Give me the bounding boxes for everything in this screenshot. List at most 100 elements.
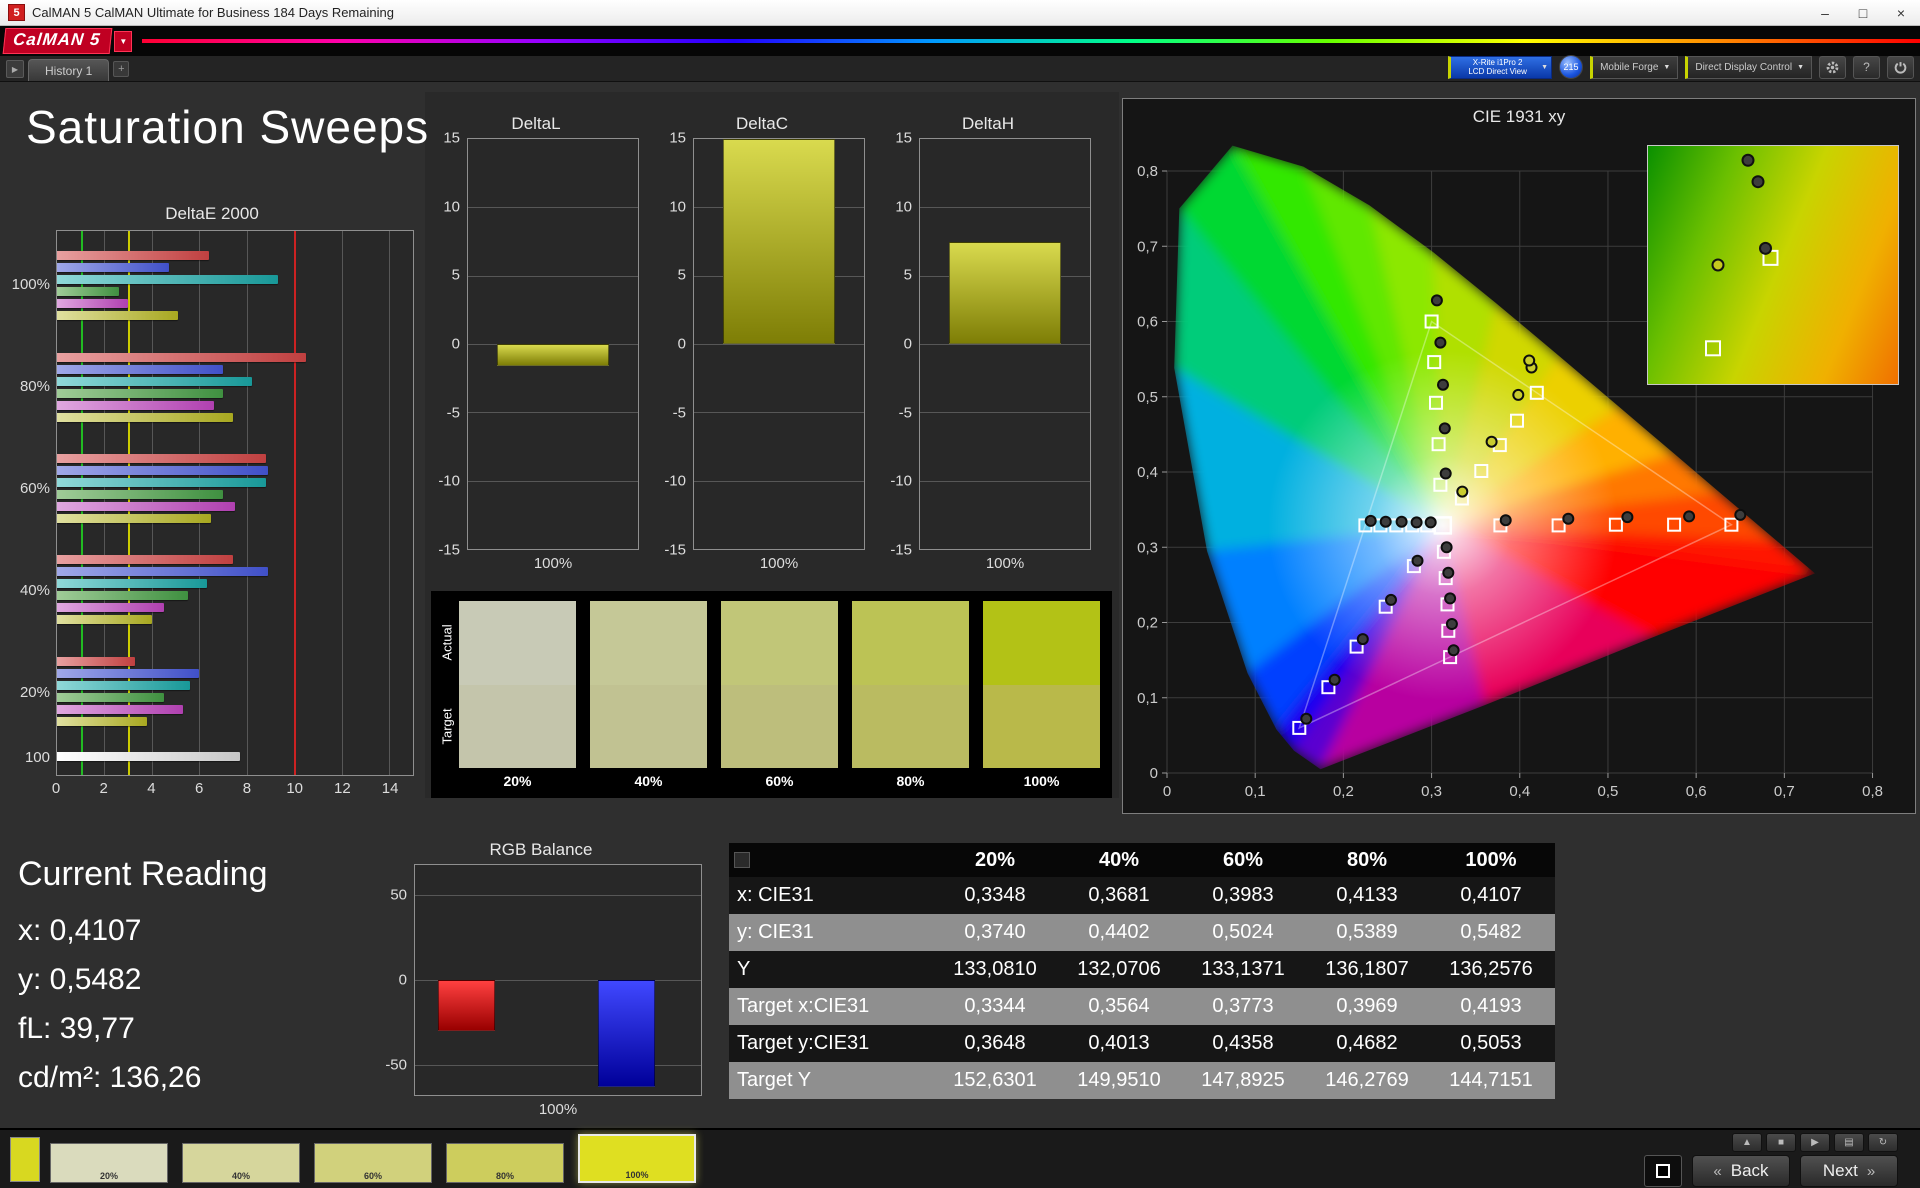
cell: 0,3969 <box>1336 995 1398 1017</box>
tab-scroll-button[interactable]: ▶ <box>6 60 24 78</box>
bar-red <box>57 555 233 565</box>
brand-dropdown-button[interactable]: ▼ <box>114 30 133 52</box>
plot-body: 15 10 5 0 -5 -10 -15 <box>885 130 1091 559</box>
settings-button[interactable] <box>1819 55 1846 79</box>
cell: 0,4358 <box>1212 1032 1274 1054</box>
refresh-button[interactable]: ↻ <box>1868 1133 1898 1152</box>
swatch-column: 60% <box>721 601 838 794</box>
cell: 0,4133 <box>1336 884 1398 906</box>
value-bar <box>722 139 836 344</box>
plot-area <box>467 138 639 550</box>
saturation-swatch-40%[interactable]: 40% <box>182 1143 300 1183</box>
window-controls: – □ × <box>1806 0 1920 25</box>
deltah-chart: DeltaH 15 10 5 0 -5 -10 -15 100% <box>885 114 1091 576</box>
brand-text: CalMAN 5 <box>2 28 113 54</box>
cell: 0,4193 <box>1460 995 1522 1017</box>
bar-blue <box>57 263 169 273</box>
close-button[interactable]: × <box>1882 0 1920 25</box>
gridline <box>468 275 638 277</box>
cie-1931-panel: CIE 1931 xy 0 0 0,1 0,1 0,2 0,2 0,3 0,3 0,4 0,4 0,… <box>1122 98 1916 814</box>
layout-grid-button[interactable]: ▤ <box>1834 1133 1864 1152</box>
gridline <box>920 480 1090 482</box>
plot-body: 15 10 5 0 -5 -10 -15 <box>433 130 639 559</box>
gridline <box>920 207 1090 209</box>
gridline <box>415 1064 701 1066</box>
x-tick-label: 14 <box>381 780 399 797</box>
actual-swatch <box>983 601 1100 685</box>
cell: 0,3344 <box>964 995 1026 1017</box>
toolbar: X-Rite i1Pro 2 LCD Direct View ▼ 215 Mob… <box>1448 55 1914 81</box>
current-color-indicator <box>10 1137 40 1182</box>
y-tick-label: 0 <box>398 971 407 989</box>
svg-text:0: 0 <box>1163 783 1171 800</box>
actual-target-swatches: Actual Target 20% 40% 60% 80% 100% <box>431 591 1112 798</box>
cell: 0,4107 <box>1460 884 1522 906</box>
value-bar <box>948 241 1062 344</box>
chart-title: DeltaH <box>962 114 1014 133</box>
saturation-swatch-60%[interactable]: 60% <box>314 1143 432 1183</box>
y-tick-label: 5 <box>677 266 686 284</box>
power-icon <box>1894 61 1907 74</box>
source-select-button[interactable]: Mobile Forge ▼ <box>1590 55 1679 79</box>
cell: 0,4013 <box>1088 1032 1150 1054</box>
bar-magenta <box>57 603 164 613</box>
y-axis-labels: 15 10 5 0 -5 -10 -15 <box>659 130 693 559</box>
next-button[interactable]: Next » <box>1800 1155 1898 1187</box>
y-tick-label: 5 <box>903 266 912 284</box>
y-tick-label: 10 <box>669 198 686 216</box>
bar-blue <box>57 466 269 476</box>
cell: 0,4682 <box>1336 1032 1398 1054</box>
meter-status-badge[interactable]: 215 <box>1559 55 1584 79</box>
back-button[interactable]: « Back <box>1692 1155 1790 1187</box>
page-title: Saturation Sweeps <box>26 101 430 153</box>
display-control-button[interactable]: Direct Display Control ▼ <box>1685 55 1812 79</box>
group-label: 60% <box>19 479 50 497</box>
bar-blue <box>57 668 200 678</box>
saturation-swatch-20%[interactable]: 20% <box>50 1143 168 1183</box>
meter-select-button[interactable]: X-Rite i1Pro 2 LCD Direct View ▼ <box>1448 55 1553 79</box>
svg-text:0,4: 0,4 <box>1509 783 1530 800</box>
maximize-button[interactable]: □ <box>1844 0 1882 25</box>
help-button[interactable]: ? <box>1853 55 1880 79</box>
bar-red <box>57 251 209 261</box>
table-corner-icon <box>734 852 750 868</box>
y-tick-label: 50 <box>390 886 407 904</box>
column-header: 40% <box>1098 848 1140 871</box>
add-tab-button[interactable]: + <box>113 61 130 77</box>
cell: 0,3983 <box>1212 884 1274 906</box>
cell: 133,1371 <box>1201 958 1285 980</box>
window-title: CalMAN 5 CalMAN Ultimate for Business 18… <box>32 5 394 20</box>
saturation-swatch-80%[interactable]: 80% <box>446 1143 564 1183</box>
group-label: 80% <box>19 378 50 396</box>
x-tick-label: 12 <box>334 780 351 797</box>
swatch-column: 100% <box>983 601 1100 794</box>
bar-red <box>57 454 266 464</box>
calman-window: 5 CalMAN 5 CalMAN Ultimate for Business … <box>0 0 1920 1188</box>
y-axis-labels: 50 0 -50 <box>380 864 414 1096</box>
power-button[interactable] <box>1887 55 1914 79</box>
minimize-button[interactable]: – <box>1806 0 1844 25</box>
up-button[interactable]: ▲ <box>1732 1133 1762 1152</box>
section-title: Current Reading <box>18 855 268 893</box>
column-header: 100% <box>1465 848 1517 871</box>
bar-yellow <box>57 514 212 524</box>
cell: 136,2576 <box>1449 958 1533 980</box>
y-tick-label: -15 <box>438 541 460 559</box>
tab-history-1[interactable]: History 1 <box>28 59 110 81</box>
deltae-2000-chart: DeltaE 2000 100% 80% 60% 40% 20% 100 0 2 4 6 8 10 1… <box>10 204 414 798</box>
play-button[interactable]: ▶ <box>1800 1133 1830 1152</box>
row-label: Y <box>737 958 751 980</box>
cell: 136,1807 <box>1325 958 1409 980</box>
group-label: 100% <box>11 276 50 294</box>
bottom-bar: 20% 40% 60% 80% 100% ▲ ■ ▶ ▤ ↻ « Back Next » <box>0 1128 1920 1188</box>
cell: 146,2769 <box>1325 1069 1409 1091</box>
plot-body: 100% 80% 60% 40% 20% 100 <box>10 230 414 776</box>
single-view-button[interactable] <box>1644 1155 1682 1187</box>
workspace: Saturation Sweeps DeltaE 2000 100% 80% 60%… <box>0 82 1920 1128</box>
actual-swatch <box>721 601 838 685</box>
saturation-swatch-100%[interactable]: 100% <box>578 1134 696 1183</box>
titlebar: 5 CalMAN 5 CalMAN Ultimate for Business … <box>0 0 1920 26</box>
svg-text:0,2: 0,2 <box>1333 783 1354 800</box>
row-label: Target Y <box>737 1069 812 1091</box>
stop-button[interactable]: ■ <box>1766 1133 1796 1152</box>
